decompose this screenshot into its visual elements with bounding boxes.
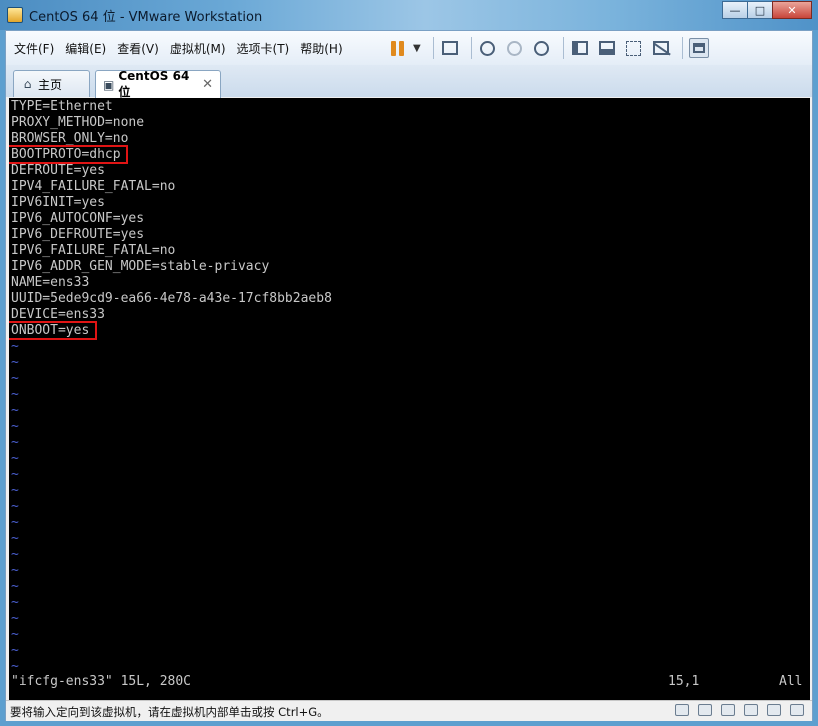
- power-dropdown-chevron-icon[interactable]: ▼: [413, 43, 421, 54]
- cd-drive-icon[interactable]: [698, 704, 712, 716]
- config-line: IPV6_FAILURE_FATAL=no: [11, 243, 176, 258]
- home-icon: ⌂: [23, 77, 32, 91]
- window-title: CentOS 64 位 - VMware Workstation: [29, 10, 263, 25]
- revert-snapshot-button[interactable]: [504, 37, 526, 59]
- toolbar-separator: [470, 37, 472, 59]
- empty-line-tilde: ~: [11, 579, 19, 594]
- config-line: UUID=5ede9cd9-ea66-4e78-a43e-17cf8bb2aeb…: [11, 291, 332, 306]
- empty-line-tilde: ~: [11, 355, 19, 370]
- thumbnail-bar-button[interactable]: [596, 37, 618, 59]
- menu-tabs[interactable]: 选项卡(T): [237, 40, 290, 57]
- empty-line-tilde: ~: [11, 531, 19, 546]
- menu-view[interactable]: 查看(V): [117, 40, 159, 57]
- empty-line-tilde: ~: [11, 643, 19, 658]
- toolbar: ▼: [386, 36, 715, 60]
- menu-toolbar: 文件(F) 编辑(E) 查看(V) 虚拟机(M) 选项卡(T) 帮助(H) ▼: [6, 31, 812, 66]
- empty-line-tilde: ~: [11, 451, 19, 466]
- menu-help[interactable]: 帮助(H): [300, 40, 342, 57]
- maximize-button[interactable]: □: [747, 1, 773, 19]
- unity-button[interactable]: [650, 37, 672, 59]
- empty-line-tilde: ~: [11, 547, 19, 562]
- empty-line-tilde: ~: [11, 499, 19, 514]
- pause-icon: [390, 40, 404, 56]
- empty-line-tilde: ~: [11, 467, 19, 482]
- vm-icon: ▣: [103, 77, 115, 92]
- empty-line-tilde: ~: [11, 659, 19, 674]
- red-highlight-box: [9, 145, 128, 164]
- tab-home[interactable]: ⌂ 主页: [13, 70, 90, 97]
- console-view-icon: [688, 38, 709, 58]
- config-line: PROXY_METHOD=none: [11, 115, 145, 130]
- menu-bar: 文件(F) 编辑(E) 查看(V) 虚拟机(M) 选项卡(T) 帮助(H): [14, 40, 354, 57]
- network-adapter-icon[interactable]: [721, 704, 735, 716]
- show-library-button[interactable]: [569, 37, 591, 59]
- device-icons: [675, 704, 804, 716]
- toolbar-separator: [432, 37, 434, 59]
- snapshot-manager-icon: [534, 40, 550, 56]
- empty-line-tilde: ~: [11, 515, 19, 530]
- snapshot-manager-button[interactable]: [531, 37, 553, 59]
- empty-line-tilde: ~: [11, 371, 19, 386]
- full-screen-icon: [626, 40, 642, 56]
- snapshot-clock-icon: [480, 40, 496, 56]
- library-panel-icon: [571, 41, 588, 55]
- empty-line-tilde: ~: [11, 419, 19, 434]
- minimize-button[interactable]: —: [722, 1, 748, 19]
- vim-status-file: "ifcfg-ens33" 15L, 280C: [11, 674, 192, 689]
- menu-file[interactable]: 文件(F): [14, 40, 54, 57]
- revert-clock-icon: [507, 40, 523, 56]
- status-message: 要将输入定向到该虚拟机，请在虚拟机内部单击或按 Ctrl+G。: [10, 705, 329, 719]
- vim-status-position: 15,1: [668, 674, 700, 689]
- send-ctrl-alt-del-button[interactable]: [439, 37, 461, 59]
- empty-line-tilde: ~: [11, 611, 19, 626]
- window-controls: — □ ✕: [722, 1, 812, 20]
- config-line: IPV6_AUTOCONF=yes: [11, 211, 145, 226]
- unity-icon: [652, 41, 669, 55]
- workstation-frame: 文件(F) 编辑(E) 查看(V) 虚拟机(M) 选项卡(T) 帮助(H) ▼: [5, 30, 813, 721]
- config-line: IPV6_DEFROUTE=yes: [11, 227, 145, 242]
- network-icon: [441, 41, 458, 55]
- toolbar-separator: [562, 37, 564, 59]
- hard-disk-icon[interactable]: [675, 704, 689, 716]
- empty-line-tilde: ~: [11, 339, 19, 354]
- pause-vm-button[interactable]: [386, 37, 408, 59]
- sound-icon[interactable]: [767, 704, 781, 716]
- config-line: IPV6INIT=yes: [11, 195, 105, 210]
- printer-icon[interactable]: [790, 704, 804, 716]
- tab-strip: ⌂ 主页 ▣ CentOS 64 位 ✕: [6, 65, 812, 99]
- empty-line-tilde: ~: [11, 595, 19, 610]
- empty-line-tilde: ~: [11, 387, 19, 402]
- usb-icon[interactable]: [744, 704, 758, 716]
- close-tab-icon[interactable]: ✕: [202, 77, 213, 92]
- take-snapshot-button[interactable]: [477, 37, 499, 59]
- tab-home-label: 主页: [38, 77, 63, 92]
- tab-centos-label: CentOS 64 位: [118, 69, 190, 99]
- empty-line-tilde: ~: [11, 403, 19, 418]
- console-view-button[interactable]: [688, 37, 710, 59]
- config-line: IPV4_FAILURE_FATAL=no: [11, 179, 176, 194]
- empty-line-tilde: ~: [11, 435, 19, 450]
- config-line: TYPE=Ethernet: [11, 99, 113, 114]
- empty-line-tilde: ~: [11, 563, 19, 578]
- empty-line-tilde: ~: [11, 483, 19, 498]
- tab-centos[interactable]: ▣ CentOS 64 位 ✕: [95, 69, 221, 99]
- red-highlight-box: [9, 321, 97, 340]
- config-line: IPV6_ADDR_GEN_MODE=stable-privacy: [11, 259, 270, 274]
- vmware-app-icon: [7, 7, 23, 23]
- vm-console[interactable]: "ifcfg-ens33" 15L, 280C 15,1 All TYPE=Et…: [9, 98, 810, 700]
- config-line: NAME=ens33: [11, 275, 90, 290]
- menu-vm[interactable]: 虚拟机(M): [170, 40, 226, 57]
- full-screen-button[interactable]: [623, 37, 645, 59]
- status-bar: 要将输入定向到该虚拟机，请在虚拟机内部单击或按 Ctrl+G。: [6, 700, 812, 721]
- close-window-button[interactable]: ✕: [772, 1, 812, 19]
- title-bar: CentOS 64 位 - VMware Workstation — □ ✕: [0, 0, 818, 30]
- config-line: DEFROUTE=yes: [11, 163, 105, 178]
- empty-line-tilde: ~: [11, 627, 19, 642]
- menu-edit[interactable]: 编辑(E): [65, 40, 106, 57]
- toolbar-separator: [681, 37, 683, 59]
- vim-status-view: All: [779, 674, 803, 689]
- thumbnail-icon: [598, 41, 615, 55]
